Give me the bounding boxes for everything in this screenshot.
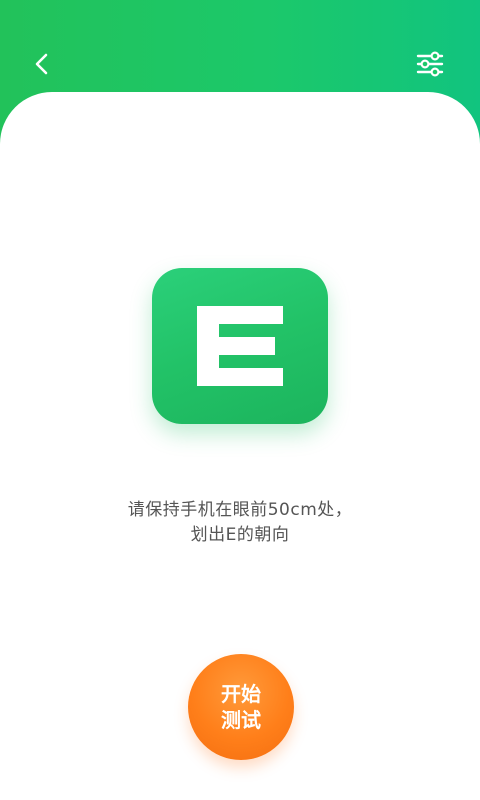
test-symbol-tile (152, 268, 328, 424)
tumbling-e-icon (197, 306, 283, 386)
instruction-line-1: 请保持手机在眼前50cm处， (127, 500, 353, 520)
back-button[interactable] (22, 44, 62, 84)
content-card: 请保持手机在眼前50cm处， 划出E的朝向 开始 测试 (0, 92, 480, 800)
instruction-line-2: 划出E的朝向 (190, 525, 290, 545)
instruction-text: 请保持手机在眼前50cm处， 划出E的朝向 (40, 498, 440, 548)
start-test-button[interactable]: 开始 测试 (188, 654, 294, 760)
chevron-left-icon (35, 53, 48, 75)
start-button-line-1: 开始 (221, 682, 261, 706)
screen: 请保持手机在眼前50cm处， 划出E的朝向 开始 测试 (0, 0, 480, 800)
settings-button[interactable] (410, 44, 450, 84)
sliders-icon (416, 51, 444, 77)
start-button-line-2: 测试 (221, 708, 261, 732)
